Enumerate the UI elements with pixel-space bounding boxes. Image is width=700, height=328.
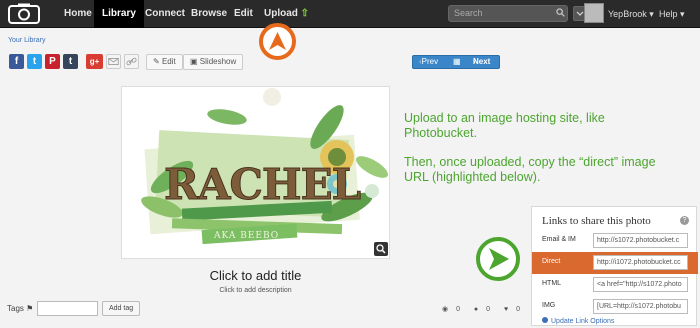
magnifier-icon — [376, 244, 386, 254]
email-icon[interactable] — [106, 54, 121, 69]
instructions: Upload to an image hosting site, like Ph… — [404, 111, 674, 199]
add-tag-button[interactable]: Add tag — [102, 301, 141, 316]
zoom-button[interactable] — [374, 242, 388, 256]
link-row-direct: Direct http://i1072.photobucket.cc — [532, 252, 698, 274]
edit-button[interactable]: ✎ Edit — [146, 54, 183, 70]
breadcrumb[interactable]: Your Library — [8, 37, 46, 44]
instruction-line-1: Upload to an image hosting site, like Ph… — [404, 111, 605, 140]
tumblr-share-icon[interactable]: t — [63, 54, 78, 69]
link-img-field[interactable]: [URL=http://s1072.photobu — [593, 299, 688, 314]
google-plus-share-icon[interactable]: g+ — [86, 54, 103, 69]
help-icon[interactable]: ? — [680, 216, 689, 225]
link-row-email: Email & IM http://s1072.photobucket.c — [532, 230, 698, 252]
artwork-subtitle: AKA BEEBO — [213, 231, 279, 241]
nav-home[interactable]: Home — [64, 0, 92, 28]
prev-button[interactable]: ‹ Prev — [419, 56, 438, 68]
bullet-icon — [542, 317, 548, 323]
heart-icon: ♥ — [503, 306, 509, 313]
search-icon[interactable] — [556, 8, 565, 17]
update-link-options[interactable]: Update Link Options — [542, 317, 614, 325]
pager: ‹ Prev ▦ Next › — [412, 55, 500, 69]
nav-library[interactable]: Library — [94, 0, 144, 28]
upload-arrow-icon: ⇧ — [300, 8, 310, 19]
facebook-share-icon[interactable]: f — [9, 54, 24, 69]
tags-label: Tags ⚑ — [7, 304, 34, 313]
nav-edit[interactable]: Edit — [234, 0, 253, 28]
top-nav-bar: Home Library Connect Browse Edit Upload … — [0, 0, 700, 28]
slideshow-icon: ▣ — [190, 57, 198, 66]
tag-input[interactable] — [37, 301, 98, 316]
help-menu[interactable]: Help ▾ — [659, 0, 685, 28]
photo-stats: ◉ 0 ● 0 ♥ 0 — [442, 305, 532, 313]
photo[interactable]: RACHEL AKA BEEBO — [121, 86, 390, 259]
comments-stat: ● 0 — [473, 306, 491, 313]
orange-arrow-annotation — [259, 23, 296, 60]
photo-description[interactable]: Click to add description — [121, 287, 390, 294]
link-row-html: HTML <a href="http://s1072.photo — [532, 274, 698, 296]
pencil-icon: ✎ — [153, 57, 160, 66]
likes-stat[interactable]: ♥ 0 — [504, 306, 526, 313]
link-icon[interactable] — [124, 54, 139, 69]
link-email-field[interactable]: http://s1072.photobucket.c — [593, 233, 688, 248]
links-panel: Links to share this photo ? Email & IM h… — [531, 206, 698, 326]
link-label: IMG — [542, 302, 556, 309]
photobucket-logo-icon[interactable] — [6, 3, 42, 25]
photo-title[interactable]: Click to add title — [121, 268, 390, 283]
pinterest-share-icon[interactable]: P — [45, 54, 60, 69]
avatar[interactable] — [584, 3, 604, 23]
instruction-line-2: Then, once uploaded, copy the “direct” i… — [404, 155, 656, 184]
comment-icon: ● — [473, 306, 479, 313]
user-menu[interactable]: YepBrook ▾ — [608, 0, 654, 28]
grid-view-icon[interactable]: ▦ — [453, 56, 461, 68]
link-label: Email & IM — [542, 236, 576, 243]
arrow-up-icon — [269, 32, 286, 50]
nav-connect[interactable]: Connect — [145, 0, 185, 28]
tag-icon: ⚑ — [26, 304, 34, 313]
eye-icon: ◉ — [442, 306, 449, 313]
link-label: Direct — [542, 258, 561, 265]
slideshow-button[interactable]: ▣ Slideshow — [183, 54, 244, 70]
scrapbook-artwork: RACHEL AKA BEEBO — [141, 88, 388, 245]
search-input[interactable]: Search — [448, 5, 568, 22]
twitter-share-icon[interactable]: t — [27, 54, 42, 69]
link-label: HTML — [542, 280, 562, 287]
arrow-right-icon — [489, 248, 509, 270]
views-stat: ◉ 0 — [442, 306, 460, 313]
nav-browse[interactable]: Browse — [191, 0, 227, 28]
links-panel-title: Links to share this photo — [542, 215, 651, 227]
green-arrow-annotation — [476, 237, 520, 281]
next-button[interactable]: Next › — [473, 56, 490, 68]
link-html-field[interactable]: <a href="http://s1072.photo — [593, 277, 688, 292]
artwork-name: RACHEL — [164, 160, 361, 209]
link-direct-field[interactable]: http://i1072.photobucket.cc — [593, 255, 688, 270]
link-row-img: IMG [URL=http://s1072.photobu — [532, 296, 698, 318]
